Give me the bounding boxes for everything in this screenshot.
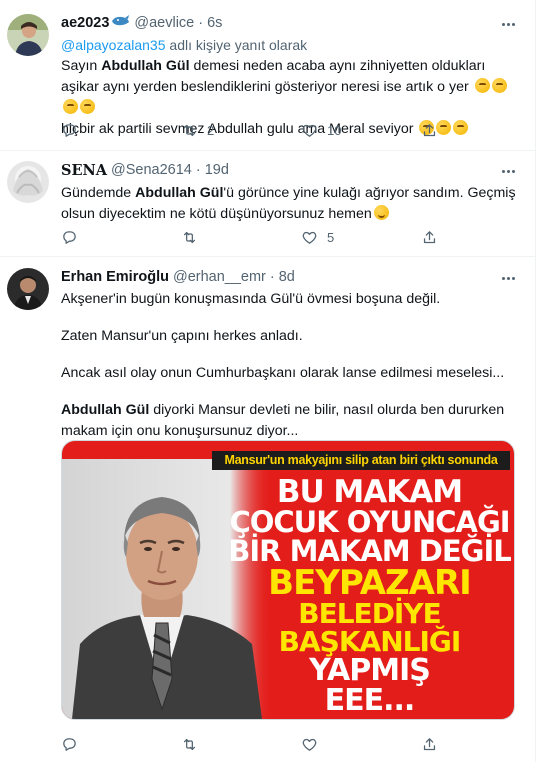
- timestamp[interactable]: 6s: [207, 15, 222, 31]
- retweet-arrows-icon: [183, 738, 196, 750]
- share-button[interactable]: [421, 122, 461, 139]
- thinking-emoji-icon: [63, 99, 78, 114]
- thinking-emoji-icon: [491, 78, 507, 93]
- bold-keyword: Abdullah Gül: [61, 402, 150, 418]
- retweet-button[interactable]: 2: [181, 122, 301, 139]
- paragraph: Zaten Mansur'un çapını herkes anladı.: [61, 328, 303, 344]
- timestamp[interactable]: 8d: [279, 269, 295, 285]
- text-span: Gündemde: [61, 185, 136, 201]
- tweet[interactable]: SENA @Sena2614 · 19d Gündemde Abdullah G…: [0, 151, 535, 257]
- speech-bubble-icon: [63, 123, 76, 137]
- retweet-arrows-icon: [183, 124, 196, 136]
- separator-dot: ·: [269, 269, 275, 285]
- share-upload-icon: [423, 123, 436, 136]
- reply-button[interactable]: [61, 229, 181, 246]
- headline-line: BELEDİYE: [298, 597, 442, 630]
- tweet-text: Gündemde Abdullah Gül'ü görünce yine kul…: [61, 183, 517, 225]
- scrollbar-track[interactable]: [535, 0, 552, 762]
- reply-button[interactable]: [61, 122, 181, 139]
- tweet-image[interactable]: Mansur'un makyajını silip atan biri çıkt…: [61, 440, 515, 720]
- author-name[interactable]: SENA: [61, 162, 107, 179]
- thinking-emoji-icon: [474, 78, 490, 93]
- reply-handle-link[interactable]: @alpayozalan35: [61, 37, 166, 53]
- heart-outline-icon: [302, 124, 317, 137]
- tweet-text: Akşener'in bugün konuşmasında Gül'ü övme…: [61, 289, 517, 442]
- whale-emoji-icon: [111, 15, 131, 31]
- heart-outline-icon: [302, 738, 317, 751]
- paragraph: Ancak asıl olay onun Cumhurbaşkanı olara…: [61, 365, 505, 381]
- like-button[interactable]: [301, 736, 421, 753]
- author-handle[interactable]: @erhan__emr: [173, 269, 266, 285]
- headline-line: BU MAKAM: [276, 474, 463, 510]
- author-handle[interactable]: @Sena2614: [111, 162, 192, 178]
- author-name[interactable]: Erhan Emiroğlu: [61, 269, 169, 285]
- reply-context: @alpayozalan35 adlı kişiye yanıt olarak: [61, 36, 517, 54]
- reply-button[interactable]: [61, 736, 181, 753]
- headline-line: BAŞKANLIĞI: [278, 625, 462, 658]
- tweet[interactable]: Erhan Emiroğlu @erhan__emr · 8d Akşener'…: [0, 257, 535, 762]
- timestamp[interactable]: 19d: [205, 162, 229, 178]
- retweet-button[interactable]: [181, 736, 301, 753]
- reply-suffix: adlı kişiye yanıt olarak: [169, 37, 308, 53]
- speech-bubble-icon: [63, 737, 76, 751]
- like-count: 10: [327, 122, 342, 138]
- bold-keyword: Abdullah Gül: [101, 58, 190, 74]
- speech-bubble-icon: [63, 230, 76, 244]
- headline-text: BU MAKAM ÇOCUK OYUNCAĞI BİR MAKAM DEĞİL …: [227, 477, 512, 716]
- share-upload-icon: [423, 230, 436, 243]
- like-count: 5: [327, 229, 335, 245]
- more-dots-icon[interactable]: [499, 162, 517, 180]
- text-span: Sayın: [61, 58, 102, 74]
- retweet-button[interactable]: [181, 229, 301, 246]
- paragraph: Akşener'in bugün konuşmasında Gül'ü övme…: [61, 291, 441, 307]
- retweet-arrows-icon: [183, 231, 196, 243]
- separator-dot: ·: [195, 162, 201, 178]
- share-button[interactable]: [421, 736, 461, 753]
- avatar[interactable]: [7, 161, 49, 203]
- headline-line: YAPMIŞ: [309, 653, 431, 688]
- headline-line: BİR MAKAM DEĞİL: [228, 534, 511, 568]
- headline-line: BEYPAZARI: [268, 563, 472, 603]
- grinning-emoji-icon: [373, 205, 389, 220]
- thinking-emoji-icon: [80, 99, 95, 114]
- bold-keyword: Abdullah Gül: [135, 185, 224, 201]
- like-button[interactable]: 10: [301, 122, 421, 139]
- share-upload-icon: [423, 737, 436, 750]
- more-dots-icon[interactable]: [499, 269, 517, 287]
- headline-line: EEE...: [324, 683, 416, 718]
- share-button[interactable]: [421, 229, 461, 246]
- author-handle[interactable]: @aevlice: [134, 15, 194, 31]
- author-name[interactable]: ae2023: [61, 15, 109, 31]
- retweet-count: 2: [207, 122, 215, 138]
- heart-outline-icon: [302, 231, 317, 244]
- tweet[interactable]: ae2023 @aevlice · 6s @alpayozalan35 adlı…: [0, 0, 535, 151]
- avatar[interactable]: [7, 14, 49, 56]
- headline-banner: Mansur'un makyajını silip atan biri çıkt…: [212, 451, 510, 470]
- avatar[interactable]: [7, 268, 49, 310]
- more-dots-icon[interactable]: [499, 15, 517, 33]
- like-button[interactable]: 5: [301, 229, 421, 246]
- headline-line: ÇOCUK OYUNCAĞI: [229, 505, 510, 539]
- separator-dot: ·: [198, 15, 204, 31]
